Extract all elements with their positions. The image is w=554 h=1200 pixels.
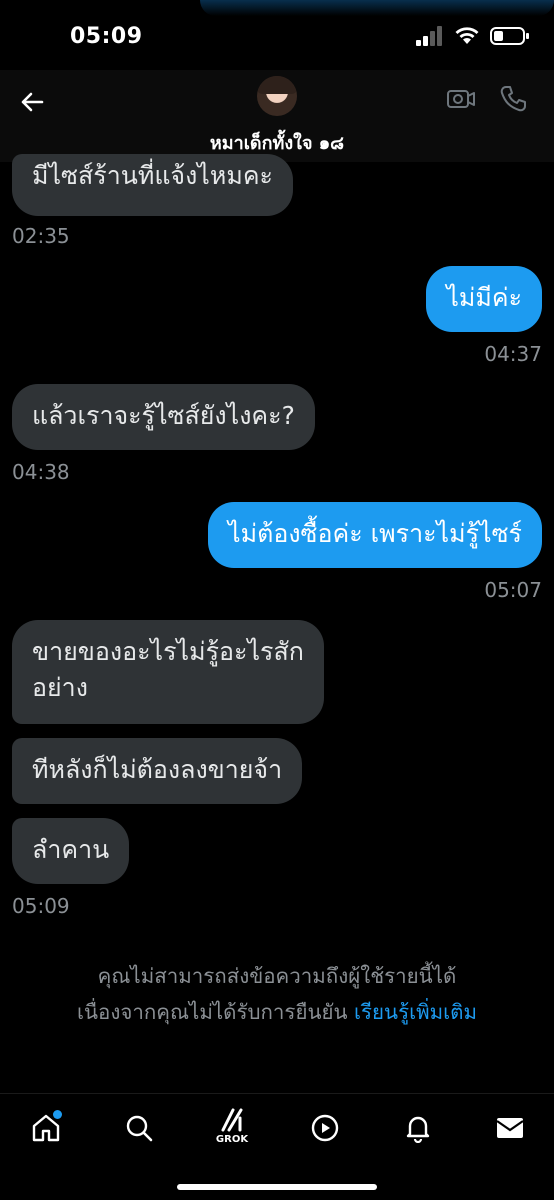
message-text: ไม่มีค่ะ: [446, 283, 522, 312]
video-call-icon[interactable]: [446, 84, 476, 114]
nav-messages[interactable]: [490, 1108, 530, 1148]
message-text: มีไซส์ร้านที่แจ้งไหมคะ: [32, 161, 273, 190]
message-text: แล้วเราจะรู้ไซส์ยังไงคะ?: [32, 401, 295, 430]
top-glow: [200, 0, 554, 16]
play-icon: [311, 1114, 339, 1142]
notice-line-1: คุณไม่สามารถส่งข้อความถึงผู้ใช้รายนี้ได้: [97, 964, 457, 988]
phone-call-icon[interactable]: [498, 84, 528, 114]
message-bubble-incoming[interactable]: มีไซส์ร้านที่แจ้งไหมคะ: [12, 154, 293, 216]
message-list[interactable]: มีไซส์ร้านที่แจ้งไหมคะ 02:35 ไม่มีค่ะ 04…: [0, 154, 554, 932]
bell-icon: [406, 1116, 430, 1143]
nav-search[interactable]: [119, 1108, 159, 1148]
nav-home[interactable]: [26, 1108, 66, 1148]
notice-line-2: เนื่องจากคุณไม่ได้รับการยืนยัน เรียนรู้เ…: [0, 994, 554, 1030]
cannot-message-notice: คุณไม่สามารถส่งข้อความถึงผู้ใช้รายนี้ได้…: [0, 958, 554, 1030]
message-bubble-incoming[interactable]: ขายของอะไรไม่รู้อะไรสัก อย่าง: [12, 620, 324, 724]
message-timestamp: 05:09: [12, 894, 70, 918]
mail-icon: [496, 1118, 524, 1138]
message-text: ไม่ต้องซื้อค่ะ เพราะไม่รู้ไซร์: [228, 519, 522, 548]
message-text: ลำคาน: [32, 835, 110, 864]
message-bubble-outgoing[interactable]: ไม่มีค่ะ: [426, 266, 542, 332]
status-bar: 05:09: [0, 0, 554, 70]
conversation-header: หมาเด็กทั้งใจ ๑๘: [0, 70, 554, 162]
message-timestamp: 04:37: [484, 342, 542, 366]
notice-text: เนื่องจากคุณไม่ได้รับการยืนยัน: [77, 1000, 348, 1024]
back-arrow-icon[interactable]: [16, 86, 48, 118]
grok-icon: [221, 1108, 243, 1132]
nav-grok[interactable]: GROK: [212, 1104, 252, 1145]
message-text-line: ขายของอะไรไม่รู้อะไรสัก: [32, 637, 304, 666]
message-bubble-incoming[interactable]: ลำคาน: [12, 818, 130, 884]
grok-label: GROK: [215, 1134, 249, 1145]
message-text-line: อย่าง: [32, 673, 88, 702]
search-icon: [126, 1115, 153, 1142]
battery-icon: [490, 27, 529, 45]
message-timestamp: 05:07: [484, 578, 542, 602]
message-timestamp: 04:38: [12, 460, 70, 484]
avatar[interactable]: [257, 76, 297, 116]
notification-dot: [53, 1110, 62, 1119]
nav-video[interactable]: [305, 1108, 345, 1148]
nav-notifications[interactable]: [398, 1108, 438, 1148]
bottom-navigation: GROK: [0, 1093, 554, 1200]
learn-more-link[interactable]: เรียนรู้เพิ่มเติม: [354, 1000, 477, 1024]
wifi-icon: [455, 27, 479, 44]
status-time: 05:09: [70, 24, 143, 49]
message-text: ทีหลังก็ไม่ต้องลงขายจ้า: [32, 755, 283, 784]
message-bubble-outgoing[interactable]: ไม่ต้องซื้อค่ะ เพราะไม่รู้ไซร์: [208, 502, 542, 568]
cellular-signal-icon: [416, 26, 442, 46]
contact-name[interactable]: หมาเด็กทั้งใจ ๑๘: [0, 128, 554, 157]
message-bubble-incoming[interactable]: ทีหลังก็ไม่ต้องลงขายจ้า: [12, 738, 303, 804]
message-bubble-incoming[interactable]: แล้วเราจะรู้ไซส์ยังไงคะ?: [12, 384, 315, 450]
message-timestamp: 02:35: [12, 224, 70, 248]
status-icons: [416, 26, 530, 46]
home-indicator: [177, 1184, 377, 1190]
